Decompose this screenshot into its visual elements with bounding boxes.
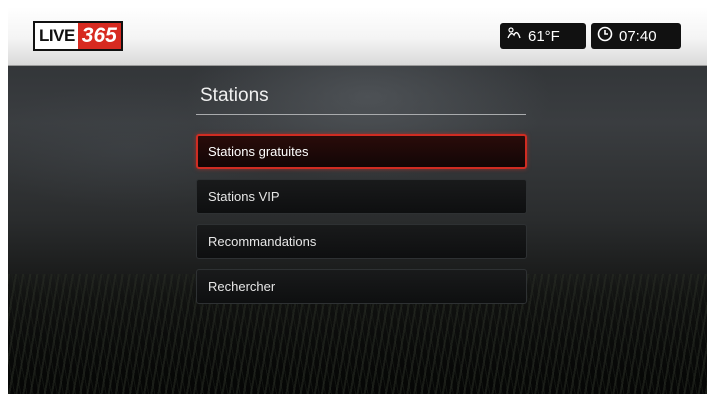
weather-status: 61°F	[500, 23, 586, 49]
menu-item-recommandations[interactable]: Recommandations	[196, 224, 527, 259]
live365-logo: LIVE 365	[33, 21, 123, 51]
top-bar: LIVE 365 61°F 07:40	[8, 7, 707, 66]
menu-item-stations-gratuites[interactable]: Stations gratuites	[196, 134, 527, 169]
title-divider	[196, 114, 526, 115]
menu-item-rechercher[interactable]: Rechercher	[196, 269, 527, 304]
tv-screen: LIVE 365 61°F 07:40 Stations Stations gr…	[8, 7, 707, 394]
temperature-value: 61°F	[528, 27, 560, 45]
weather-icon	[506, 26, 522, 46]
clock-status: 07:40	[591, 23, 681, 49]
clock-icon	[597, 26, 613, 46]
menu-item-stations-vip[interactable]: Stations VIP	[196, 179, 527, 214]
logo-number-text: 365	[77, 23, 121, 49]
stations-menu: Stations gratuites Stations VIP Recomman…	[196, 134, 527, 314]
page-title: Stations	[200, 85, 269, 106]
time-value: 07:40	[619, 27, 657, 45]
logo-live-text: LIVE	[35, 23, 78, 49]
